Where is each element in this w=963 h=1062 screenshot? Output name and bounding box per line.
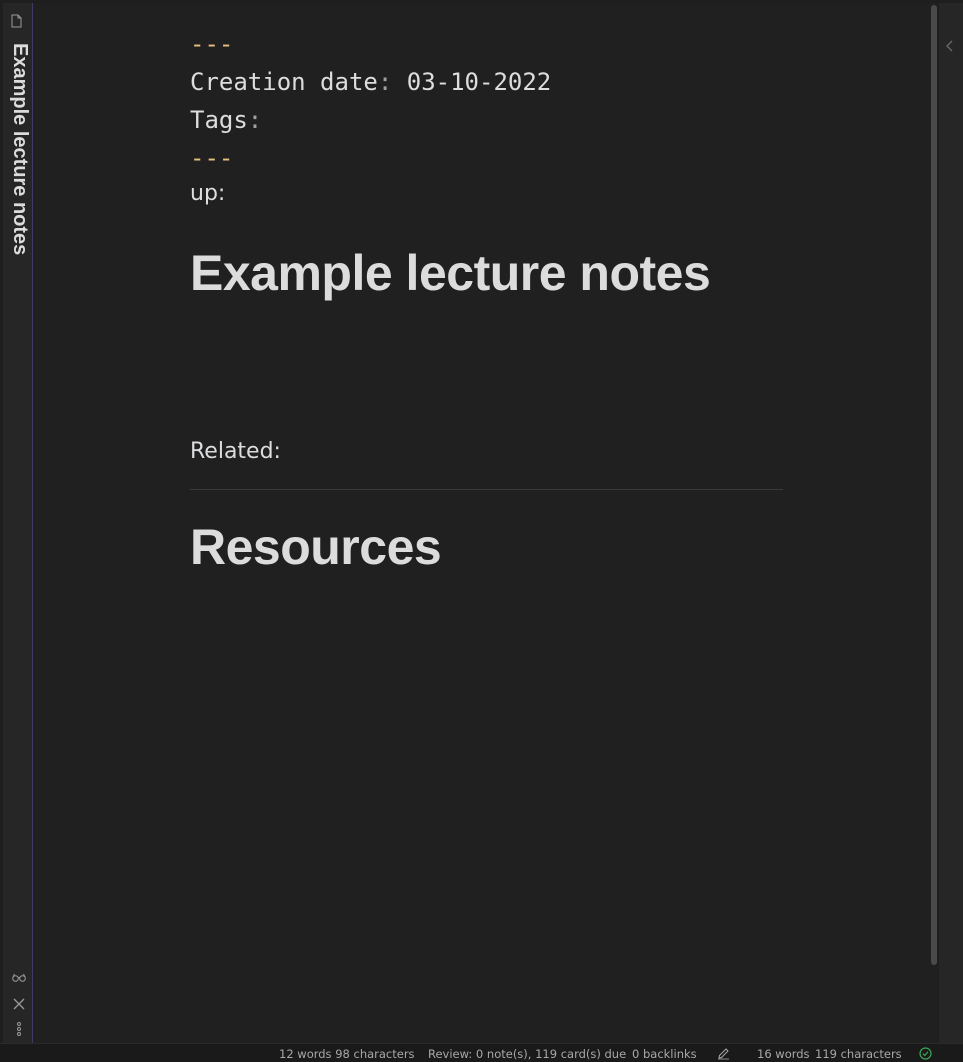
- app-window: Example lecture notes --- Creation date:…: [0, 0, 963, 1062]
- file-icon: [11, 13, 22, 28]
- tab-title[interactable]: Example lecture notes: [8, 43, 31, 255]
- frontmatter-close: ---: [190, 144, 234, 172]
- backlinks-count[interactable]: 0 backlinks: [632, 1047, 697, 1061]
- scrollbar-thumb[interactable]: [931, 5, 937, 965]
- horizontal-rule: [190, 489, 783, 490]
- pencil-icon[interactable]: [717, 1047, 730, 1060]
- related-label: Related:: [190, 439, 281, 464]
- up-label: up:: [190, 181, 226, 206]
- stacked-tab[interactable]: Example lecture notes: [3, 3, 33, 1043]
- right-sidebar-strip: [939, 3, 963, 1043]
- status-bar: 12 words 98 characters Review: 0 note(s)…: [0, 1043, 963, 1062]
- tags-key: Tags: [190, 106, 248, 134]
- char-count: 119 characters: [815, 1047, 902, 1061]
- selection-count: 12 words 98 characters: [279, 1047, 415, 1061]
- note-title: Example lecture notes: [190, 245, 711, 301]
- word-count: 16 words: [757, 1047, 810, 1061]
- creation-date-colon: :: [377, 68, 393, 96]
- glasses-icon[interactable]: [12, 969, 26, 983]
- sync-check-icon[interactable]: [919, 1047, 932, 1060]
- tags-line: Tags:: [190, 101, 785, 139]
- creation-date-value: 03-10-2022: [392, 68, 552, 96]
- close-icon[interactable]: [12, 996, 26, 1010]
- chevron-left-icon[interactable]: [945, 38, 955, 52]
- frontmatter-open: ---: [190, 30, 234, 58]
- creation-date-line: Creation date: 03-10-2022: [190, 63, 785, 101]
- more-options-icon[interactable]: [12, 1021, 26, 1036]
- resources-heading: Resources: [190, 519, 442, 575]
- note-content[interactable]: --- Creation date: 03-10-2022 Tags: --- …: [190, 25, 785, 575]
- review-status[interactable]: Review: 0 note(s), 119 card(s) due: [428, 1047, 626, 1061]
- creation-date-key: Creation date: [190, 68, 378, 96]
- tags-colon: :: [247, 106, 263, 134]
